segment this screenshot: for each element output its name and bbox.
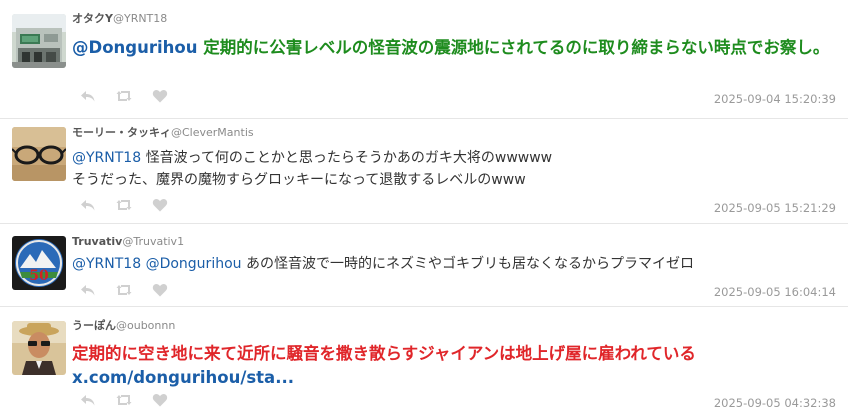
tweet-4: うーぽん@oubonnn 定期的に空き地に来て近所に騒音を撒き散らすジャイアンは…	[0, 307, 848, 414]
user-handle[interactable]: @Truvativ1	[122, 235, 184, 248]
heart-icon[interactable]	[152, 88, 168, 104]
tweet-text-line-1: 怪音波って何のことかと思ったらそうかあのガキ大将のwwwww	[141, 150, 553, 166]
reply-icon[interactable]	[80, 282, 96, 298]
user-handle[interactable]: @oubonnn	[116, 319, 175, 332]
avatar-building-image	[12, 14, 66, 68]
avatar-badge-number: 50	[29, 268, 49, 284]
mention-link[interactable]: @YRNT18	[72, 150, 141, 166]
tweet-text-line-2: そうだった、魔界の魔物すらグロッキーになって退散するレベルのwww	[72, 172, 526, 188]
reply-icon[interactable]	[80, 392, 96, 408]
display-name[interactable]: うーぽん	[72, 319, 116, 332]
timestamp[interactable]: 2025-09-05 04:32:38	[714, 396, 836, 410]
retweet-icon[interactable]	[116, 197, 132, 213]
user-handle[interactable]: @CleverMantis	[171, 126, 254, 139]
display-name[interactable]: Truvativ	[72, 235, 122, 248]
timestamp[interactable]: 2025-09-05 16:04:14	[714, 285, 836, 299]
tweet-link[interactable]: x.com/dongurihou/sta...	[72, 368, 294, 387]
retweet-icon[interactable]	[116, 282, 132, 298]
tweet-header: Truvativ@Truvativ1	[72, 235, 184, 249]
tweet-2: モーリー・タッキィ@CleverMantis @YRNT18 怪音波って何のこと…	[0, 119, 848, 223]
tweet-header: モーリー・タッキィ@CleverMantis	[72, 126, 254, 140]
heart-icon[interactable]	[152, 392, 168, 408]
avatar-badge-image: 50	[12, 236, 66, 290]
display-name[interactable]: モーリー・タッキィ	[72, 126, 171, 139]
avatar[interactable]: 50	[12, 236, 66, 290]
avatar[interactable]	[12, 127, 66, 181]
avatar[interactable]	[12, 14, 66, 68]
tweet-body: @Dongurihou 定期的に公害レベルの怪音波の震源地にされてるのに取り締ま…	[72, 36, 838, 60]
mention-link-2[interactable]: @Dongurihou	[146, 256, 242, 272]
avatar-person-image	[12, 321, 66, 375]
tweet-1: オタクY@YRNT18 @Dongurihou 定期的に公害レベルの怪音波の震源…	[0, 0, 848, 118]
tweet-text: 定期的に公害レベルの怪音波の震源地にされてるのに取り締まらない時点でお察し。	[203, 38, 830, 57]
tweet-text: 定期的に空き地に来て近所に騒音を撒き散らすジャイアンは地上げ屋に雇われている	[72, 344, 696, 363]
heart-icon[interactable]	[152, 197, 168, 213]
retweet-icon[interactable]	[116, 392, 132, 408]
tweet-header: オタクY@YRNT18	[72, 12, 167, 26]
tweet-body: @YRNT18 怪音波って何のことかと思ったらそうかあのガキ大将のwwwww そ…	[72, 147, 838, 191]
display-name[interactable]: オタクY	[72, 12, 113, 25]
timestamp[interactable]: 2025-09-05 15:21:29	[714, 201, 836, 215]
tweet-header: うーぽん@oubonnn	[72, 319, 175, 333]
avatar[interactable]	[12, 321, 66, 375]
reply-icon[interactable]	[80, 88, 96, 104]
tweet-body: 定期的に空き地に来て近所に騒音を撒き散らすジャイアンは地上げ屋に雇われている x…	[72, 342, 838, 390]
user-handle[interactable]: @YRNT18	[113, 12, 167, 25]
mention-link[interactable]: @Dongurihou	[72, 38, 197, 57]
tweet-3: 50 Truvativ@Truvativ1 @YRNT18 @Donguriho…	[0, 224, 848, 306]
retweet-icon[interactable]	[116, 88, 132, 104]
tweet-text: あの怪音波で一時的にネズミやゴキブリも居なくなるからプラマイゼロ	[241, 256, 694, 272]
mention-link-1[interactable]: @YRNT18	[72, 256, 141, 272]
timestamp[interactable]: 2025-09-04 15:20:39	[714, 92, 836, 106]
reply-icon[interactable]	[80, 197, 96, 213]
tweet-feed: オタクY@YRNT18 @Dongurihou 定期的に公害レベルの怪音波の震源…	[0, 0, 848, 414]
tweet-body: @YRNT18 @Dongurihou あの怪音波で一時的にネズミやゴキブリも居…	[72, 253, 838, 275]
heart-icon[interactable]	[152, 282, 168, 298]
avatar-glasses-image	[12, 127, 66, 181]
